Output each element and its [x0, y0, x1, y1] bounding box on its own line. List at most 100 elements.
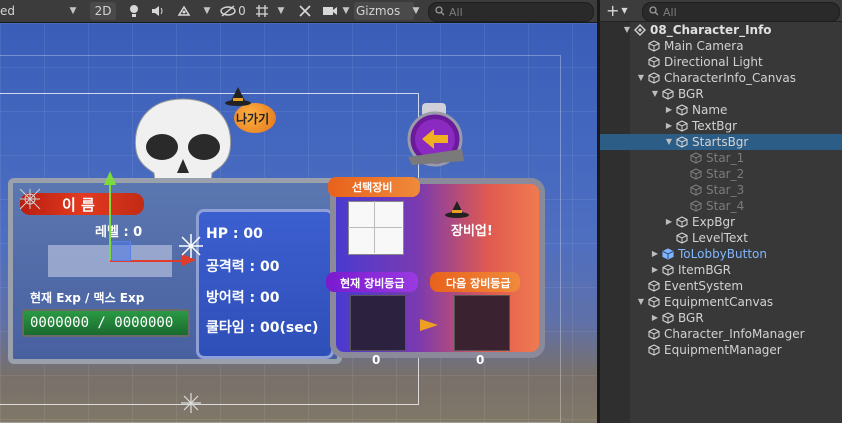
gameobject-cube-icon: [676, 216, 688, 228]
hierarchy-item-label: ItemBGR: [678, 263, 731, 277]
unity-scene-icon: [634, 24, 646, 36]
hierarchy-item[interactable]: Star_4: [600, 198, 842, 214]
light-gizmo-icon: [179, 234, 203, 258]
gizmos-button[interactable]: Gizmos: [354, 2, 414, 20]
current-grade-slot[interactable]: [350, 295, 406, 351]
toggle-2d-button[interactable]: 2D: [90, 2, 116, 20]
hierarchy-item-label: EquipmentCanvas: [664, 295, 774, 309]
scene-view[interactable]: 이 름 레벨 : 0 현재 Exp / 맥스 Exp 0000000 / 000…: [0, 23, 597, 423]
add-object-button[interactable]: + ▼: [606, 2, 632, 19]
move-gizmo-y-head-icon[interactable]: [104, 171, 116, 185]
hidden-objects-icon[interactable]: [218, 2, 238, 20]
attack-label: 공격력 : 00: [206, 259, 280, 275]
selected-equip-label: 선택장비: [352, 181, 393, 194]
collapse-arrow-icon[interactable]: ▶: [650, 246, 660, 262]
camera-icon[interactable]: [320, 2, 340, 20]
lighting-icon[interactable]: [124, 2, 144, 20]
gameobject-cube-icon: [662, 88, 674, 100]
hierarchy-item-label: Star_3: [706, 183, 745, 197]
exp-value: 0000000 / 0000000: [30, 315, 174, 331]
cooldown-label: 쿨타임 : 00(sec): [206, 320, 319, 336]
move-gizmo-plane-handle[interactable]: [111, 241, 131, 261]
name-label: 이 름: [62, 196, 95, 214]
hierarchy-item-label: Main Camera: [664, 39, 744, 53]
hierarchy-item-label: Directional Light: [664, 55, 763, 69]
exp-label: 현재 Exp / 맥스 Exp: [30, 291, 145, 305]
effects-icon[interactable]: [174, 2, 194, 20]
collapse-arrow-icon[interactable]: ▶: [664, 102, 674, 118]
search-icon: [435, 5, 445, 19]
grid-snap-dropdown-icon[interactable]: ▼: [274, 2, 288, 20]
next-grade-value: 0: [476, 353, 485, 367]
grid-snap-icon[interactable]: [252, 2, 272, 20]
view-mode-label[interactable]: ed: [0, 2, 24, 20]
view-mode-dropdown-icon[interactable]: ▼: [66, 2, 80, 20]
camera-dropdown-icon[interactable]: ▼: [340, 2, 352, 20]
back-orb-icon[interactable]: [402, 101, 468, 167]
gameobject-cube-icon: [690, 168, 702, 180]
hierarchy-item-label: Star_2: [706, 167, 745, 181]
hierarchy-item[interactable]: ▶ ItemBGR: [600, 262, 842, 278]
hierarchy-item[interactable]: ▼ BGR: [600, 86, 842, 102]
audio-icon[interactable]: [148, 2, 168, 20]
hp-label: HP : 00: [206, 226, 263, 242]
hierarchy-search-input[interactable]: All: [642, 2, 840, 22]
selected-equip-slot[interactable]: [348, 201, 404, 255]
hierarchy-item-label: ExpBgr: [692, 215, 736, 229]
scene-search-input[interactable]: All: [428, 2, 594, 22]
prefab-cube-icon: [662, 248, 674, 260]
grade-arrow-icon: [420, 319, 438, 331]
expand-arrow-icon[interactable]: ▼: [650, 86, 660, 102]
hierarchy-item-label: BGR: [678, 311, 704, 325]
collapse-arrow-icon[interactable]: ▶: [650, 310, 660, 326]
current-grade-value: 0: [372, 353, 381, 367]
hierarchy-item[interactable]: ▼ EquipmentCanvas: [600, 294, 842, 310]
expand-arrow-icon[interactable]: ▼: [622, 22, 632, 38]
gameobject-cube-icon: [676, 136, 688, 148]
hierarchy-toolbar: + ▼ All: [600, 0, 842, 22]
gameobject-cube-icon: [676, 104, 688, 116]
hierarchy-item[interactable]: EventSystem: [600, 278, 842, 294]
hierarchy-item-label: ToLobbyButton: [678, 247, 767, 261]
next-grade-label: 다음 장비등급: [446, 277, 511, 290]
hierarchy-item[interactable]: EquipmentManager: [600, 342, 842, 358]
hierarchy-item[interactable]: ▶ TextBgr: [600, 118, 842, 134]
hierarchy-item-label: CharacterInfo_Canvas: [664, 71, 796, 85]
hierarchy-item[interactable]: ▼ StartsBgr: [600, 134, 842, 150]
hierarchy-panel: + ▼ All ▼ 08_Character_Info Main Camera Dir…: [600, 0, 842, 423]
upgrade-button[interactable]: 장비업!: [451, 220, 493, 239]
next-grade-slot[interactable]: [454, 295, 510, 351]
hierarchy-item[interactable]: Star_3: [600, 182, 842, 198]
hierarchy-item[interactable]: ▼ CharacterInfo_Canvas: [600, 70, 842, 86]
hierarchy-item-label: Name: [692, 103, 728, 117]
hierarchy-item[interactable]: Directional Light: [600, 54, 842, 70]
expand-arrow-icon[interactable]: ▼: [664, 134, 674, 150]
hierarchy-item[interactable]: LevelText: [600, 230, 842, 246]
hierarchy-item[interactable]: Star_2: [600, 166, 842, 182]
hierarchy-item[interactable]: Main Camera: [600, 38, 842, 54]
hierarchy-item[interactable]: Star_1: [600, 150, 842, 166]
selected-equip-slot-grid-h: [348, 227, 402, 228]
collapse-arrow-icon[interactable]: ▶: [664, 118, 674, 134]
hierarchy-item[interactable]: ▶ Name: [600, 102, 842, 118]
expand-arrow-icon[interactable]: ▼: [636, 70, 646, 86]
hierarchy-item[interactable]: ▶ ExpBgr: [600, 214, 842, 230]
hierarchy-item[interactable]: ▶ ToLobbyButton: [600, 246, 842, 262]
hierarchy-item[interactable]: ▶ BGR: [600, 310, 842, 326]
collapse-arrow-icon[interactable]: ▶: [650, 262, 660, 278]
hierarchy-item-label: Star_4: [706, 199, 745, 213]
gameobject-cube-icon: [662, 312, 674, 324]
hierarchy-item-label: LevelText: [692, 231, 748, 245]
tools-icon[interactable]: [294, 2, 316, 20]
hierarchy-item[interactable]: Character_InfoManager: [600, 326, 842, 342]
effects-dropdown-icon[interactable]: ▼: [200, 2, 214, 20]
gizmos-dropdown-icon[interactable]: ▼: [410, 2, 422, 20]
expand-arrow-icon[interactable]: ▼: [636, 294, 646, 310]
gameobject-cube-icon: [648, 344, 660, 356]
hierarchy-item[interactable]: ▼ 08_Character_Info: [600, 22, 842, 38]
level-label: 레벨 : 0: [95, 225, 143, 240]
gameobject-cube-icon: [648, 280, 660, 292]
gameobject-cube-icon: [648, 40, 660, 52]
gameobject-cube-icon: [648, 56, 660, 68]
collapse-arrow-icon[interactable]: ▶: [664, 214, 674, 230]
